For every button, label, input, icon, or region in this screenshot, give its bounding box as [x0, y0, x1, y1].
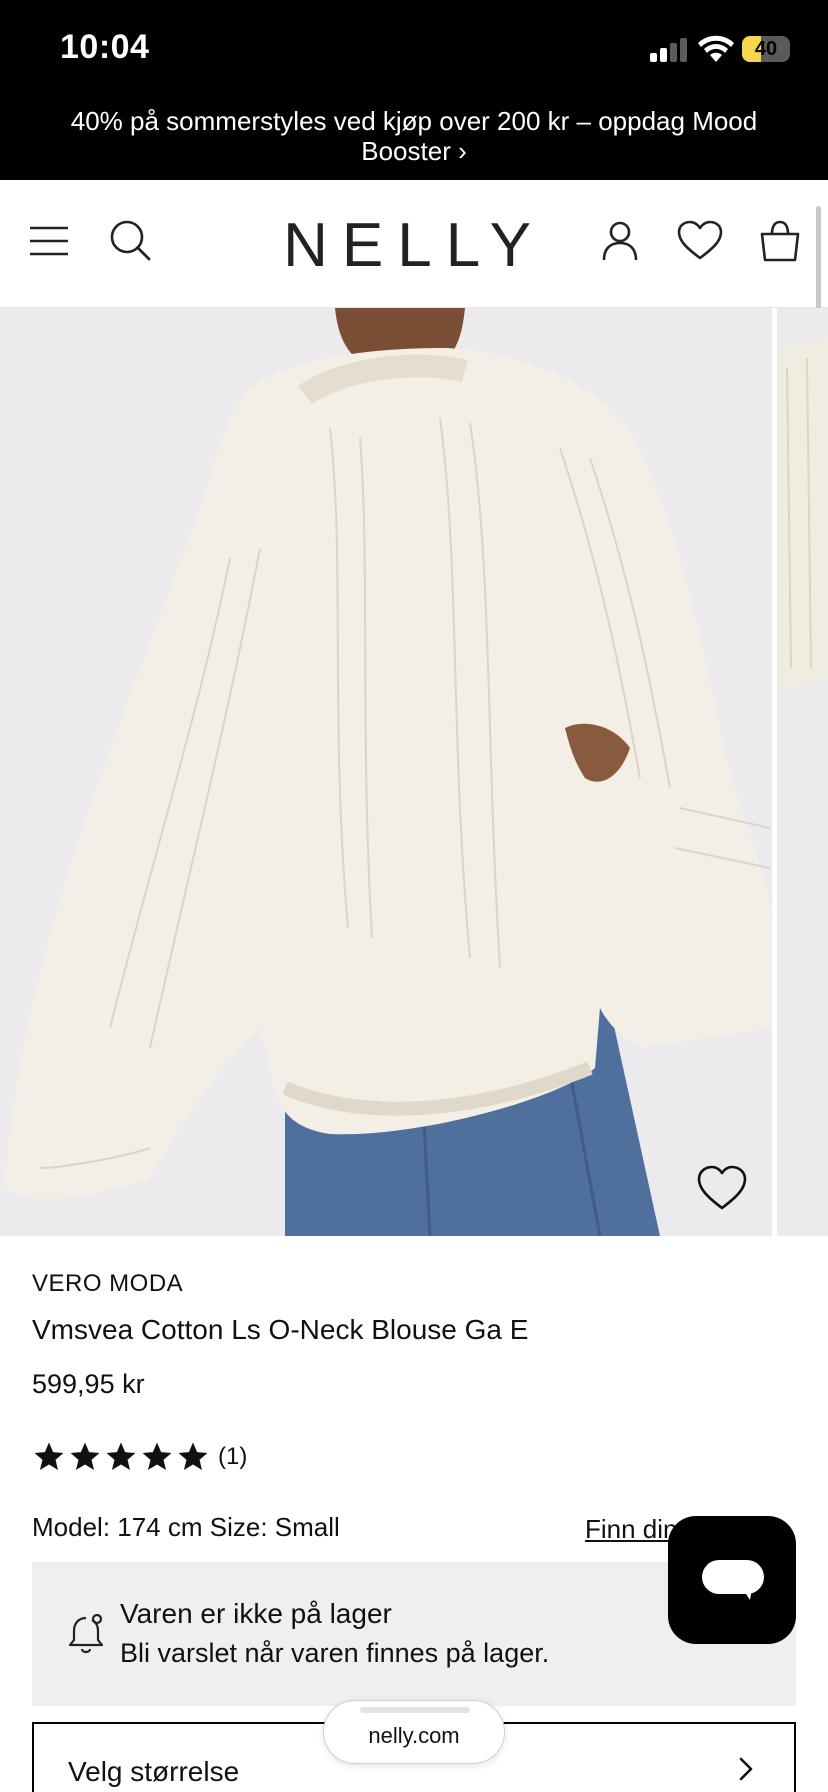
size-selector-label: Velg størrelse	[68, 1756, 240, 1787]
product-brand[interactable]: VERO MODA	[32, 1270, 183, 1298]
product-price: 599,95 kr	[32, 1369, 145, 1399]
product-rating[interactable]: (1)	[32, 1439, 247, 1475]
bag-icon[interactable]	[755, 216, 805, 266]
star-icon	[106, 1442, 136, 1471]
next-image-preview	[777, 308, 828, 1236]
promo-text: 40% på sommerstyles ved kjøp over 200 kr…	[70, 106, 758, 166]
chevron-right-icon	[739, 1757, 753, 1781]
url-pill-handle	[360, 1707, 470, 1713]
favorite-heart-icon[interactable]	[696, 1164, 748, 1212]
chat-icon	[702, 1560, 764, 1600]
promo-banner[interactable]: 40% på sommerstyles ved kjøp over 200 kr…	[0, 92, 828, 180]
stock-subtitle: Bli varslet når varen finnes på lager.	[120, 1638, 550, 1668]
chat-button[interactable]	[668, 1516, 796, 1644]
battery-icon: 40	[742, 36, 790, 62]
battery-level: 40	[754, 38, 778, 60]
product-name: Vmsvea Cotton Ls O-Neck Blouse Ga E	[32, 1314, 529, 1345]
product-image[interactable]	[0, 308, 772, 1236]
next-product-image[interactable]	[777, 308, 828, 1236]
star-icon	[178, 1442, 208, 1471]
wifi-icon	[698, 35, 734, 62]
browser-url-pill[interactable]: nelly.com	[323, 1700, 505, 1764]
bell-icon	[68, 1613, 104, 1654]
status-time: 10:04	[60, 28, 150, 66]
status-bar: 10:04 40	[0, 0, 828, 92]
model-info: Model: 174 cm Size: Small	[32, 1512, 340, 1542]
account-icon[interactable]	[595, 216, 645, 266]
site-header: NELLY	[0, 180, 828, 308]
star-icon	[70, 1442, 100, 1471]
cellular-signal-icon	[650, 38, 690, 62]
sweater-photo	[0, 308, 772, 1236]
star-icon	[142, 1442, 172, 1471]
stock-title: Varen er ikke på lager	[120, 1598, 392, 1629]
wishlist-icon[interactable]	[675, 216, 725, 266]
star-icon	[34, 1442, 64, 1471]
review-count: (1)	[218, 1443, 248, 1470]
product-gallery[interactable]	[0, 308, 828, 1236]
